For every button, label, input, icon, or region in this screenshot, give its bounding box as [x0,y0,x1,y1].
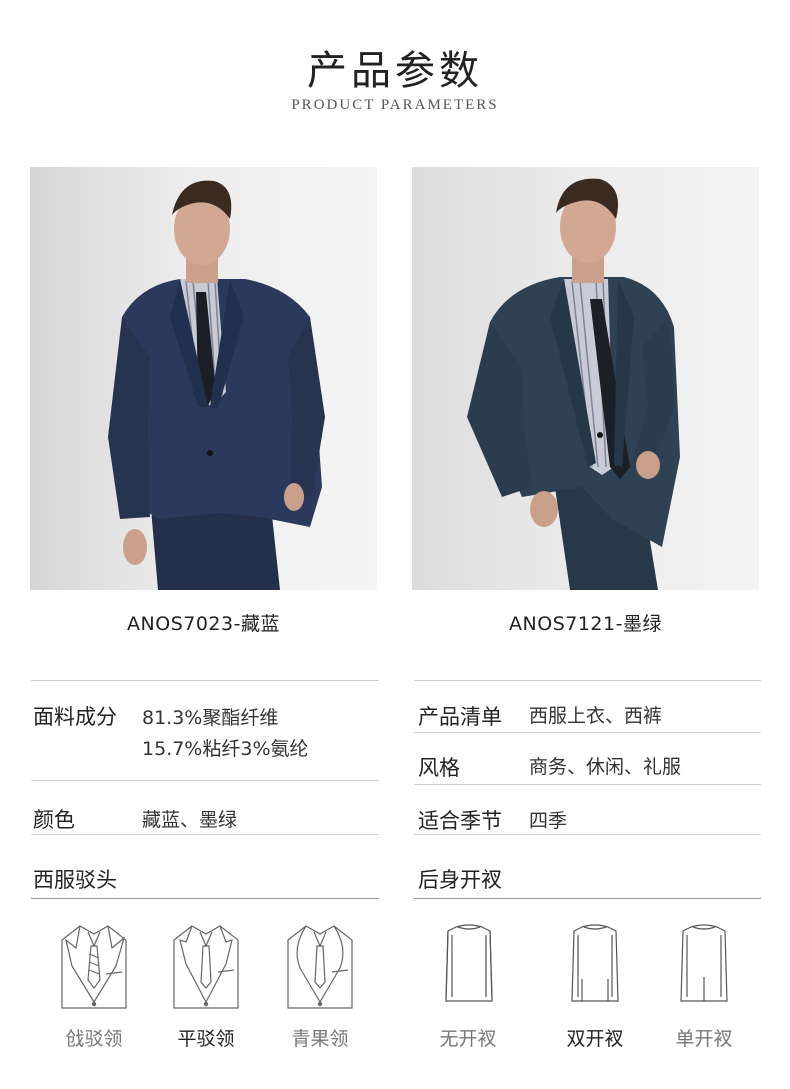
divider [414,732,761,733]
divider [414,784,761,785]
vent-section-title: 后身开衩 [418,868,502,892]
vent-option-double: 双开衩 [566,1028,624,1050]
page-subtitle: PRODUCT PARAMETERS [291,97,499,113]
divider [31,680,379,681]
vent-option-single: 单开衩 [675,1028,733,1050]
divider [414,680,761,681]
double-vent-icon [568,921,622,1005]
style-value: 商务、休闲、礼服 [529,756,682,778]
fabric-label: 面料成分 [33,705,117,729]
color-value: 藏蓝、墨绿 [142,809,238,831]
no-vent-icon [442,921,496,1005]
product-caption-navy: ANOS7023-藏蓝 [127,613,280,635]
lapel-option-notch: 平驳领 [177,1028,235,1050]
peak-lapel-icon [58,918,130,1010]
product-caption-green: ANOS7121-墨绿 [509,613,662,635]
single-vent-icon [677,921,731,1005]
divider [414,834,761,835]
divider [414,898,761,899]
style-label: 风格 [418,756,460,780]
product-photo-navy [30,167,377,590]
product-list-label: 产品清单 [418,705,502,729]
vent-option-none: 无开衩 [439,1028,497,1050]
page-title: 产品参数 [307,48,483,94]
product-photo-green [412,167,759,590]
color-label: 颜色 [33,808,75,832]
shawl-lapel-icon [284,918,356,1010]
fabric-value-line2: 15.7%粘纤3%氨纶 [142,738,309,760]
notch-lapel-icon [170,918,242,1010]
divider [31,780,379,781]
divider [31,898,379,899]
divider [31,834,379,835]
season-label: 适合季节 [418,809,502,833]
product-list-value: 西服上衣、西裤 [529,705,663,727]
lapel-section-title: 西服驳头 [33,868,117,892]
lapel-option-peak: 戗驳领 [65,1028,123,1050]
fabric-value-line1: 81.3%聚酯纤维 [142,707,279,729]
season-value: 四季 [529,810,568,832]
lapel-option-shawl: 青果领 [291,1028,349,1050]
